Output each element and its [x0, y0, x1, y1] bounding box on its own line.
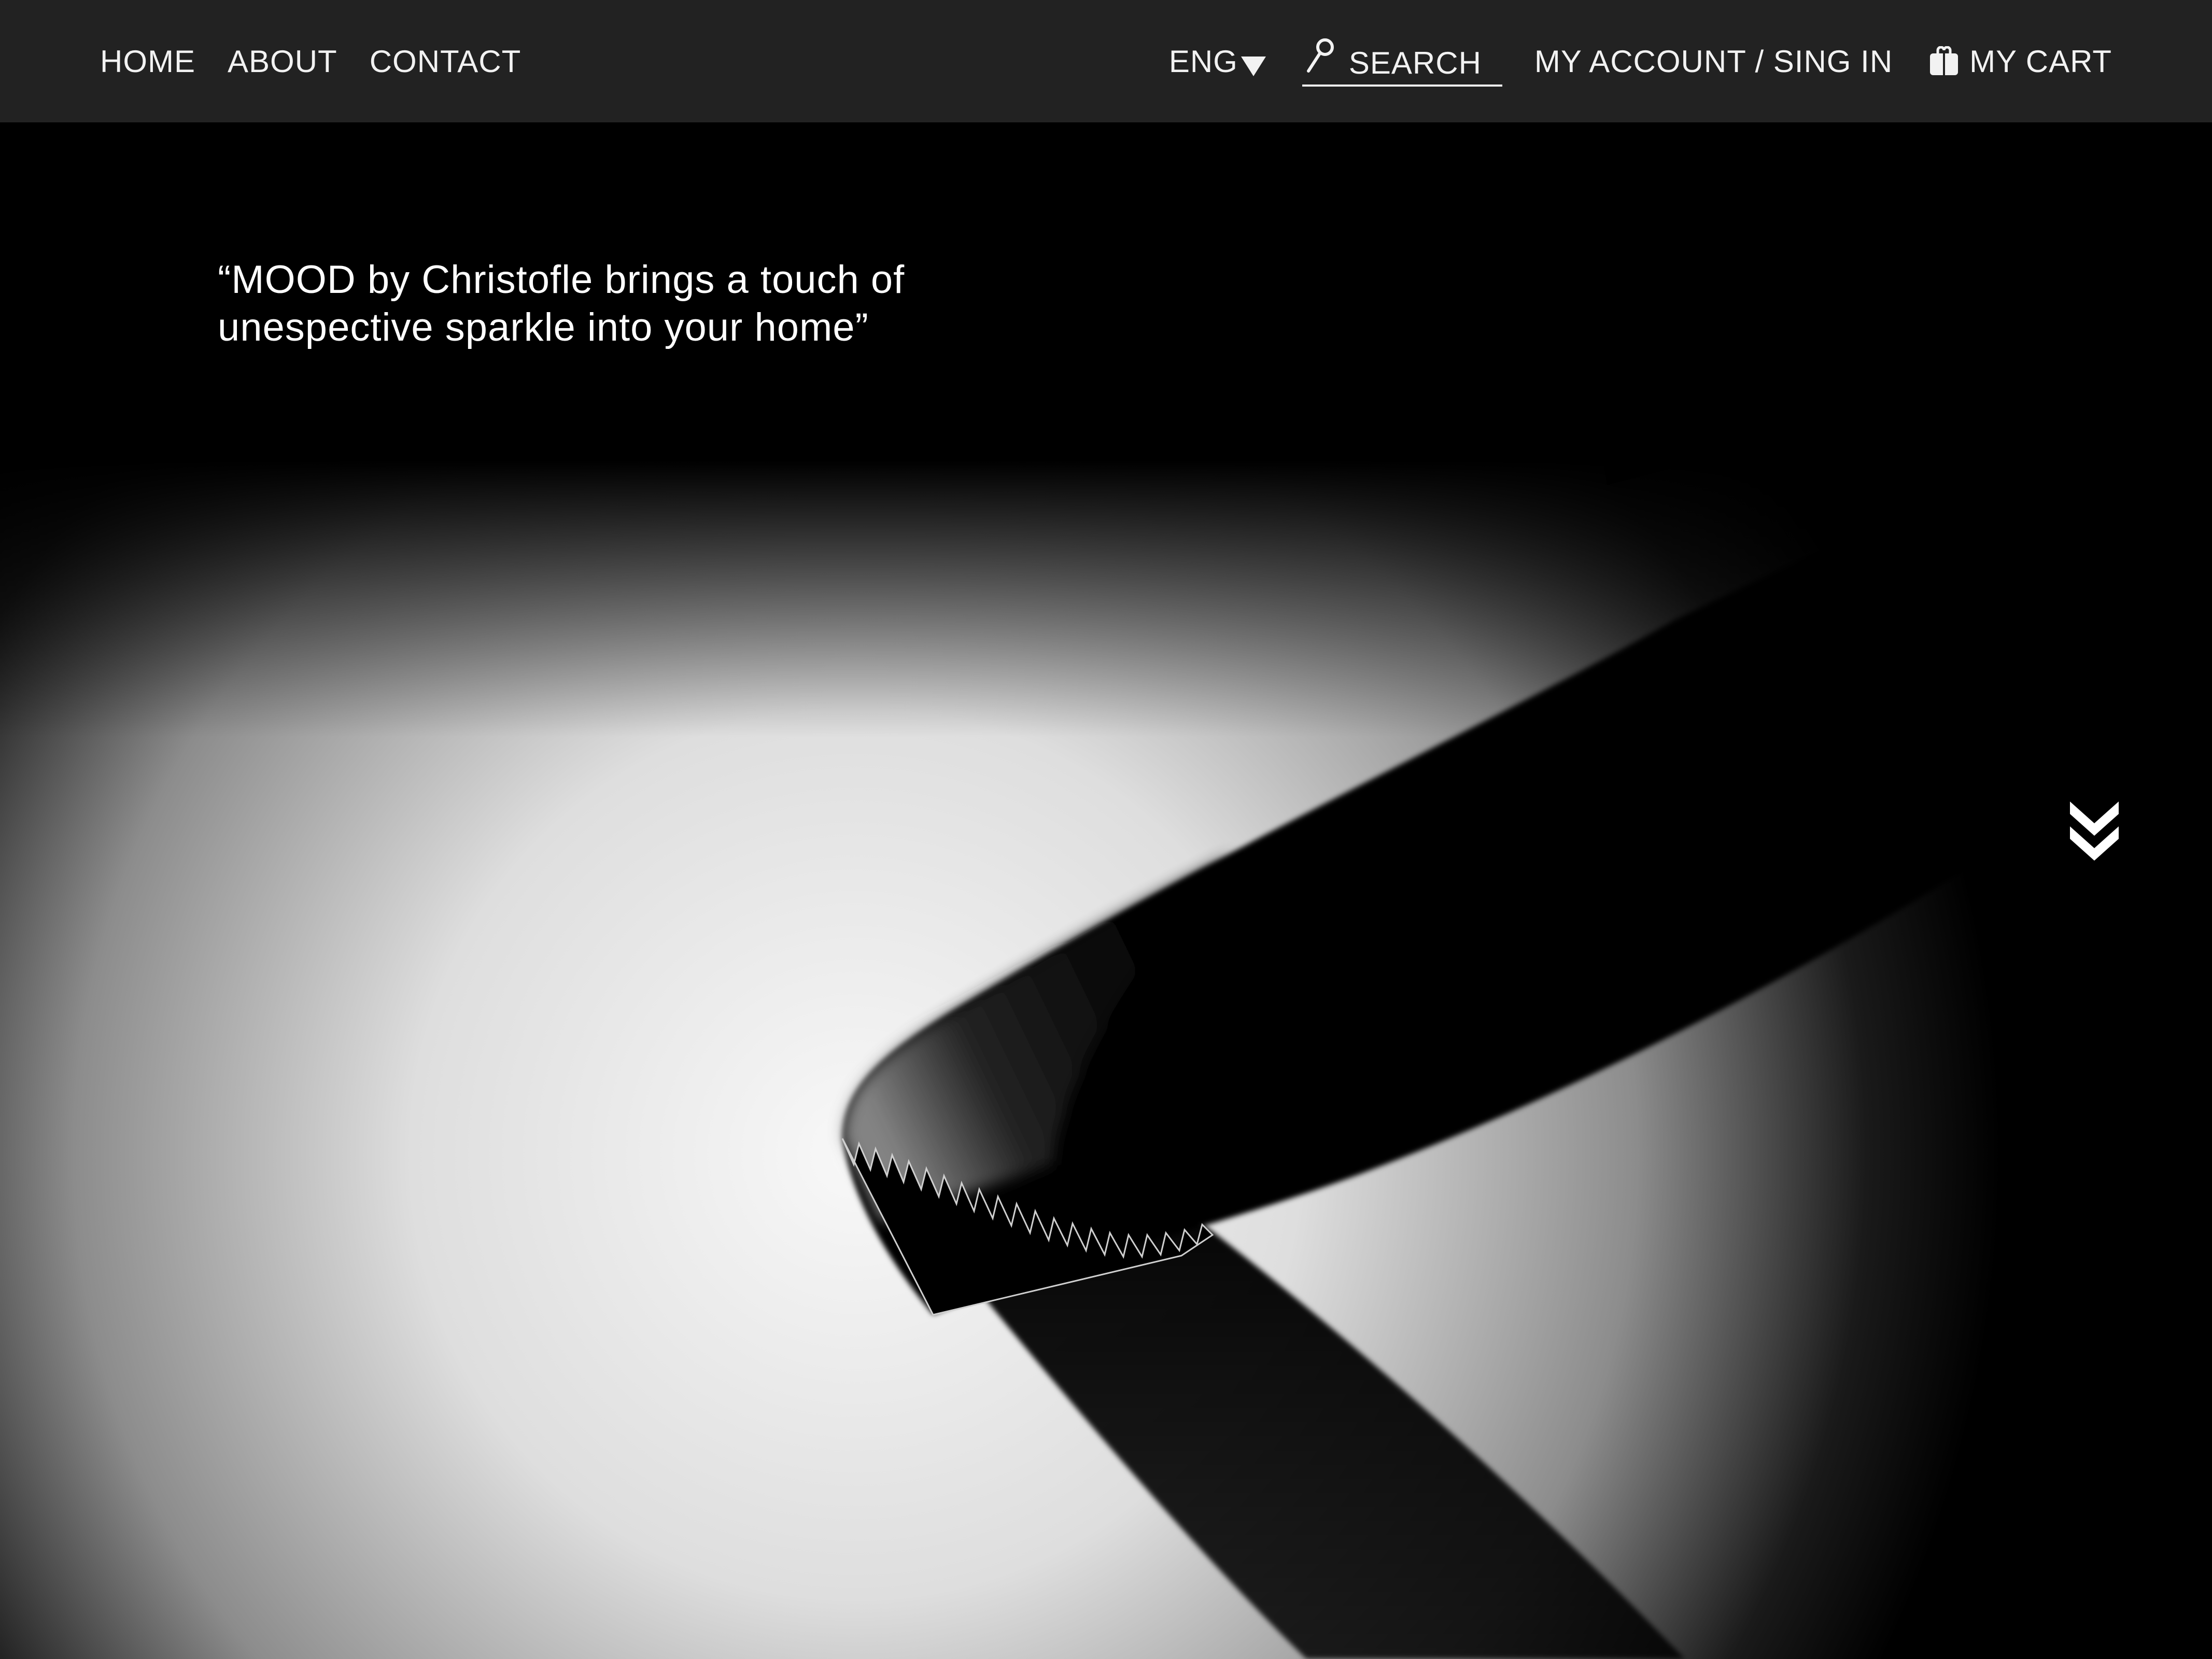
main-nav: HOME ABOUT CONTACT	[100, 0, 553, 122]
language-label: ENG	[1168, 44, 1238, 79]
search-field[interactable]: SEARCH	[1302, 38, 1502, 87]
hero-quote-line-2: unespective sparkle into your home”	[218, 305, 869, 349]
page: HOME ABOUT CONTACT ENG SEARCH MY ACCOUNT…	[0, 0, 2212, 1659]
dropdown-triangle-icon	[1241, 57, 1266, 76]
nav-contact-link[interactable]: CONTACT	[370, 44, 522, 79]
utility-nav: ENG SEARCH MY ACCOUNT / SING IN MY CART	[1169, 0, 2112, 122]
cart-link[interactable]: MY CART	[1929, 44, 2112, 79]
language-selector[interactable]: ENG	[1169, 44, 1266, 79]
magnifier-icon	[1306, 38, 1334, 73]
hero-knife-image	[0, 122, 2212, 1659]
scroll-down-button[interactable]	[2066, 796, 2123, 864]
hero-quote: “MOOD by Christofle brings a touch of un…	[218, 256, 1099, 352]
hero-quote-line-1: “MOOD by Christofle brings a touch of	[218, 258, 905, 302]
search-label: SEARCH	[1348, 45, 1482, 80]
top-nav-bar: HOME ABOUT CONTACT ENG SEARCH MY ACCOUNT…	[0, 0, 2212, 122]
cart-label: MY CART	[1969, 44, 2112, 79]
hero-section: “MOOD by Christofle brings a touch of un…	[0, 122, 2212, 1659]
account-signin-link[interactable]: MY ACCOUNT / SING IN	[1534, 44, 1893, 79]
double-chevron-down-icon	[2070, 802, 2119, 861]
nav-about-link[interactable]: ABOUT	[228, 44, 337, 79]
nav-home-link[interactable]: HOME	[100, 44, 195, 79]
shopping-bag-icon	[1930, 46, 1959, 75]
